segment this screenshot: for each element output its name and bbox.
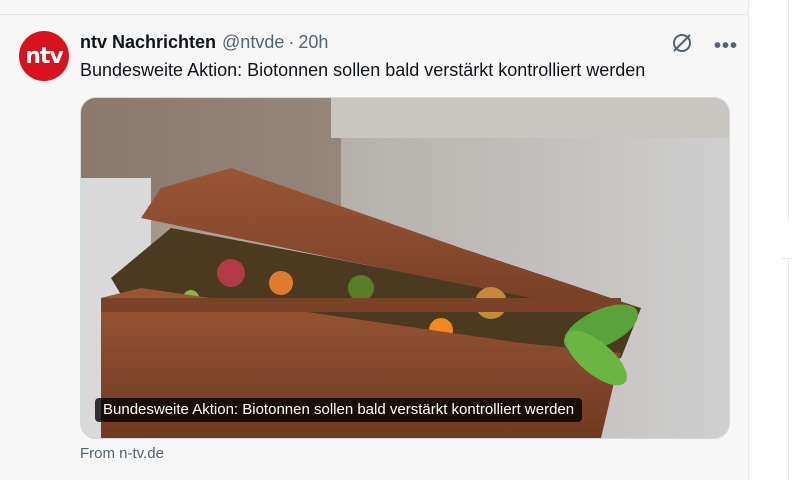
card-source[interactable]: From n-tv.de (80, 445, 164, 462)
divider (782, 258, 792, 259)
card-image (81, 98, 729, 438)
author-handle[interactable]: @ntvde (222, 32, 284, 53)
more-icon[interactable]: ••• (714, 36, 738, 56)
avatar[interactable]: ntv (19, 31, 69, 81)
tweet-actions: ••• (670, 31, 738, 60)
separator: · (288, 31, 295, 52)
timestamp[interactable]: 20h (298, 32, 328, 53)
grok-icon[interactable] (670, 31, 694, 60)
card-caption: Bundesweite Aktion: Biotonnen sollen bal… (95, 398, 583, 422)
divider (788, 0, 789, 220)
divider (788, 258, 789, 480)
author-name[interactable]: ntv Nachrichten (80, 32, 216, 53)
link-card[interactable] (80, 97, 730, 439)
divider (0, 14, 748, 15)
avatar-label: ntv (25, 43, 64, 69)
tweet-text: Bundesweite Aktion: Biotonnen sollen bal… (80, 60, 646, 80)
tweet-header: ntv Nachrichten @ntvde · 20h (80, 31, 328, 53)
